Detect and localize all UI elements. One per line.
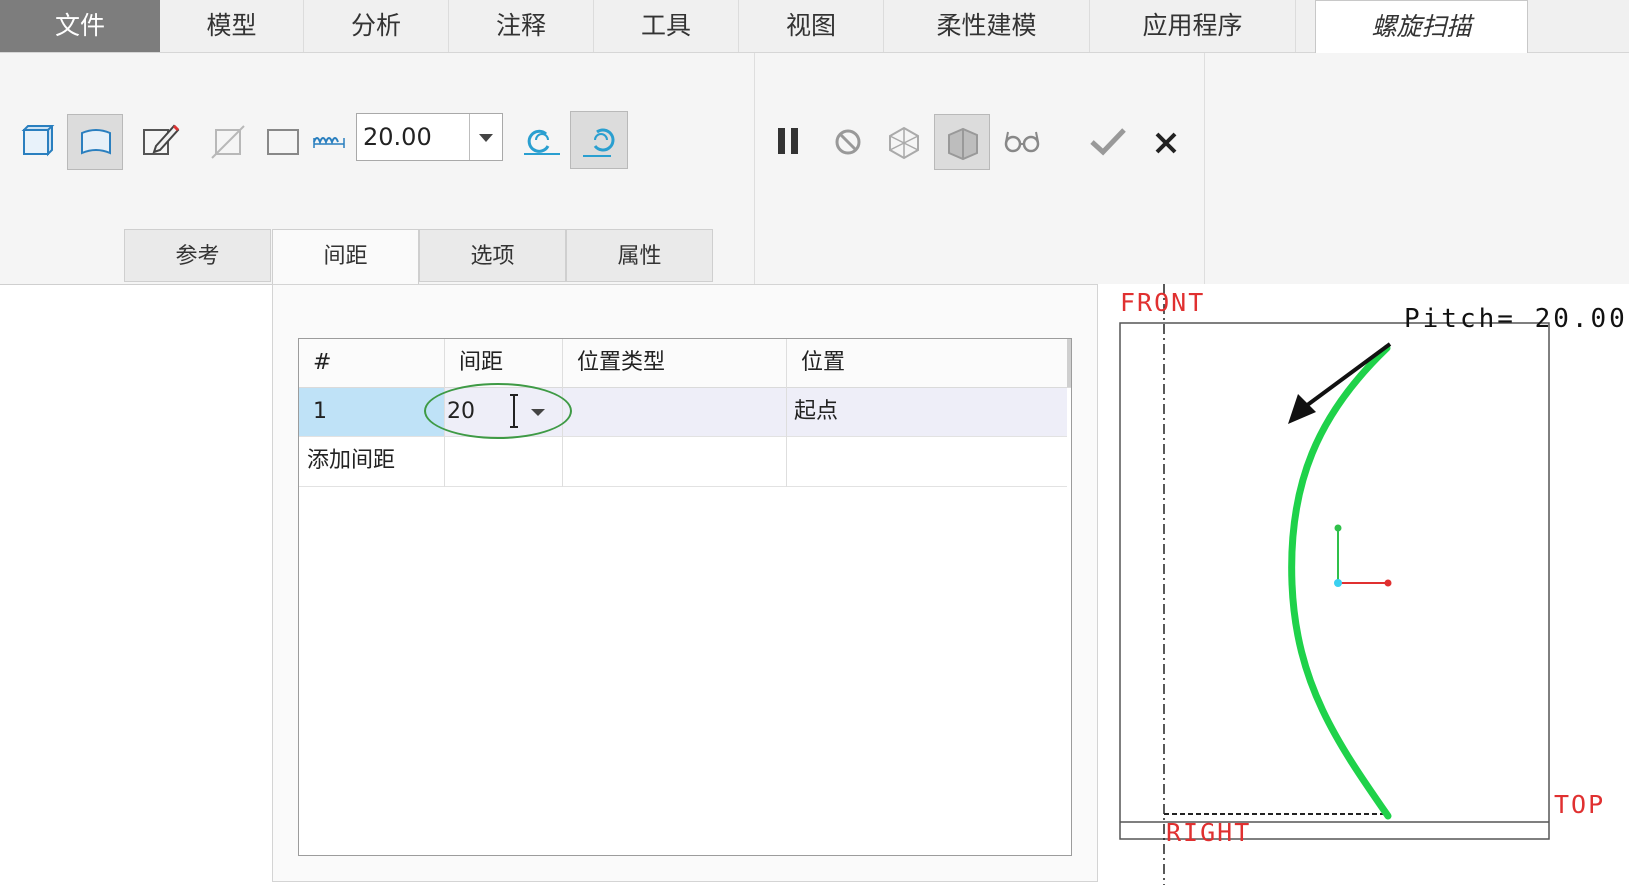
row-divider [299, 486, 1067, 487]
tab-tools[interactable]: 工具 [594, 0, 739, 52]
tab-view[interactable]: 视图 [739, 0, 884, 52]
tab-model[interactable]: 模型 [160, 0, 304, 52]
confirm-check-icon[interactable] [1082, 114, 1134, 166]
csys-origin [1334, 579, 1342, 587]
add-pitch-row[interactable]: 添加间距 [307, 437, 395, 485]
pitch-dropdown-chevron-icon[interactable] [469, 114, 502, 160]
pitch-icon [304, 114, 354, 166]
edit-sketch-icon[interactable] [134, 114, 186, 166]
column-header-number[interactable]: # [313, 339, 331, 387]
ribbon-divider [1204, 53, 1205, 284]
csys-y-endpoint [1334, 524, 1342, 532]
pitch-table: # 间距 位置类型 位置 1 20 起点 添加间距 [298, 338, 1072, 856]
geometry-preview-icon[interactable] [878, 114, 930, 166]
front-datum-label: FRONT [1120, 288, 1206, 317]
tab-analysis[interactable]: 分析 [304, 0, 449, 52]
left-handed-icon[interactable] [516, 114, 568, 166]
viewport-canvas [1119, 284, 1550, 885]
feature-preview-icon[interactable] [934, 114, 990, 170]
sketch-frame [1119, 322, 1550, 840]
location-cell[interactable]: 起点 [794, 388, 838, 436]
solid-icon[interactable] [12, 114, 64, 166]
right-handed-icon[interactable] [570, 111, 628, 169]
top-datum-label: TOP [1554, 790, 1606, 819]
pause-icon[interactable] [762, 114, 814, 166]
surface-icon[interactable] [67, 114, 123, 170]
thicken-icon[interactable] [260, 114, 300, 166]
pitch-table-header: # 间距 位置类型 位置 [299, 339, 1071, 388]
tab-flexible-modeling[interactable]: 柔性建模 [884, 0, 1090, 52]
pitch-dimension-label[interactable]: Pitch= 20.00 [1404, 304, 1628, 334]
subtab-properties[interactable]: 属性 [566, 229, 713, 282]
tab-applications[interactable]: 应用程序 [1090, 0, 1296, 52]
row-number: 1 [313, 399, 327, 424]
pitch-highlight-ellipse [424, 383, 572, 439]
direction-arrowhead-icon [1288, 394, 1316, 424]
column-divider [786, 339, 787, 487]
ribbon-tab-bar: 文件 模型 分析 注释 工具 视图 柔性建模 应用程序 螺旋扫描 [0, 0, 1629, 54]
right-datum-label: RIGHT [1166, 818, 1252, 847]
subtab-options[interactable]: 选项 [419, 229, 566, 282]
ribbon-divider [754, 53, 755, 284]
tab-helical-sweep[interactable]: 螺旋扫描 [1315, 0, 1528, 54]
cancel-close-icon[interactable] [1140, 114, 1192, 166]
pitch-value-combo[interactable]: 20.00 [356, 113, 503, 161]
table-scrollbar[interactable] [1067, 339, 1071, 387]
no-preview-icon[interactable] [822, 114, 874, 166]
subtab-references[interactable]: 参考 [124, 229, 271, 282]
tab-file[interactable]: 文件 [0, 0, 160, 52]
column-header-location-type[interactable]: 位置类型 [577, 339, 665, 387]
tab-annotate[interactable]: 注释 [449, 0, 594, 52]
pitch-value-text: 20.00 [363, 123, 432, 151]
remove-material-icon[interactable] [202, 114, 254, 166]
csys-x-endpoint [1384, 579, 1392, 587]
subtab-pitch[interactable]: 间距 [272, 229, 419, 285]
row-divider [299, 436, 1067, 437]
column-header-pitch[interactable]: 间距 [459, 339, 503, 387]
verify-glasses-icon[interactable] [996, 114, 1048, 166]
graphics-viewport[interactable]: FRONT RIGHT TOP Pitch= 20.00 [1098, 284, 1629, 885]
column-header-location[interactable]: 位置 [801, 339, 845, 387]
